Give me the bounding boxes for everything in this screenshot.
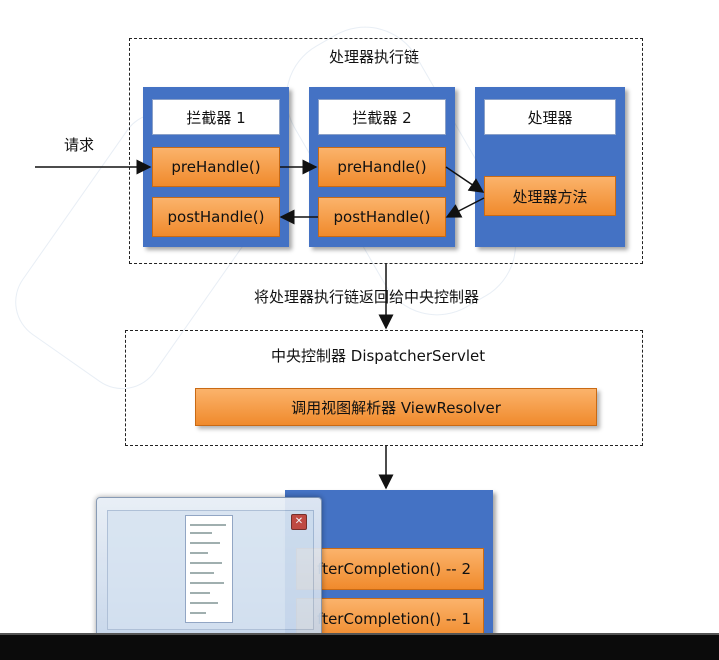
taskbar-preview-window[interactable]: ✕ bbox=[96, 497, 322, 637]
preview-thumbnail[interactable] bbox=[185, 515, 233, 623]
taskbar bbox=[0, 633, 719, 660]
handler-to-posthandle-2-arrow bbox=[445, 197, 485, 218]
close-icon[interactable]: ✕ bbox=[291, 514, 307, 530]
prehandle-to-handler-arrow bbox=[445, 166, 485, 193]
